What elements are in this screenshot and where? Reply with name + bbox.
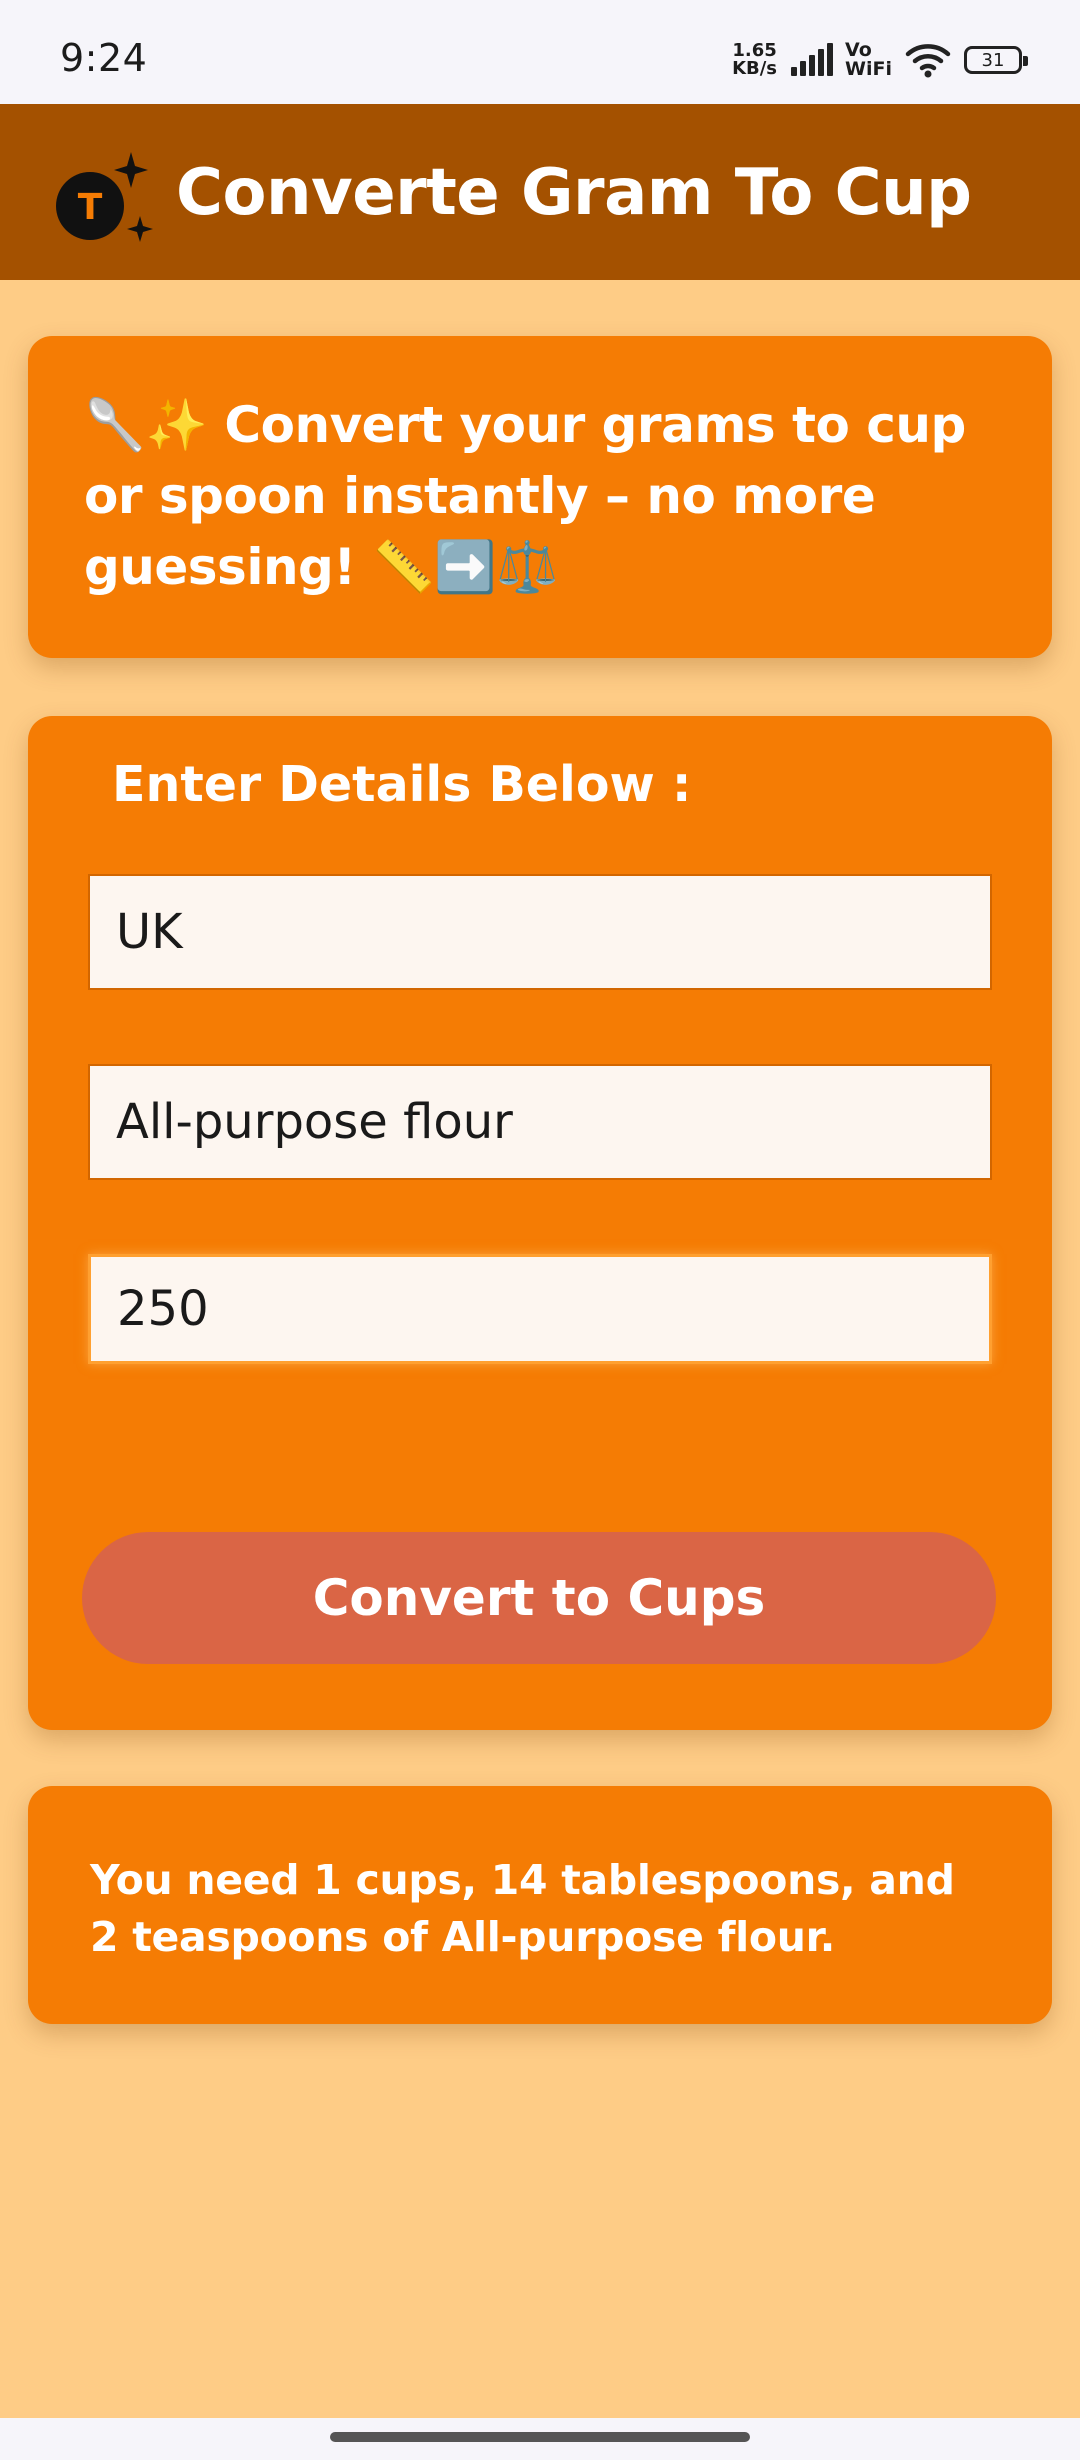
app-bar: T Converte Gram To Cup <box>0 104 1080 280</box>
intro-emoji-lead: 🥄✨ <box>84 396 208 454</box>
app-title: Converte Gram To Cup <box>176 156 972 230</box>
navigation-bar <box>0 2418 1080 2460</box>
home-gesture-handle[interactable] <box>330 2432 750 2442</box>
status-time: 9:24 <box>60 36 148 80</box>
signal-icon <box>791 43 834 76</box>
form-heading: Enter Details Below : <box>112 756 692 813</box>
country-field[interactable]: UK <box>88 874 992 990</box>
intro-emoji-trail: 📏➡️⚖️ <box>372 538 559 596</box>
wifi-label: WiFi <box>845 58 892 80</box>
ingredient-field[interactable]: All-purpose flour <box>88 1064 992 1180</box>
app-logo-icon: T <box>56 152 153 242</box>
network-speed: 1.65 KB/s <box>732 42 777 78</box>
battery-icon: 31 <box>964 46 1028 74</box>
vowifi-indicator: Vo WiFi <box>845 41 892 79</box>
converter-form-card: Enter Details Below : UK All-purpose flo… <box>28 716 1052 1730</box>
convert-button[interactable]: Convert to Cups <box>82 1532 996 1664</box>
result-text: You need 1 cups, 14 tablespoons, and 2 t… <box>90 1856 955 1961</box>
network-speed-unit: KB/s <box>732 58 778 79</box>
status-icons: 1.65 KB/s Vo WiFi 31 <box>732 38 1028 82</box>
grams-input[interactable]: 250 <box>88 1254 992 1364</box>
intro-text: 🥄✨ Convert your grams to cup or spoon in… <box>84 390 996 603</box>
result-card: You need 1 cups, 14 tablespoons, and 2 t… <box>28 1786 1052 2024</box>
intro-card: 🥄✨ Convert your grams to cup or spoon in… <box>28 336 1052 658</box>
status-bar: 9:24 1.65 KB/s Vo WiFi 31 <box>0 0 1080 104</box>
app-logo-letter: T <box>78 187 103 228</box>
wifi-icon <box>905 44 951 78</box>
